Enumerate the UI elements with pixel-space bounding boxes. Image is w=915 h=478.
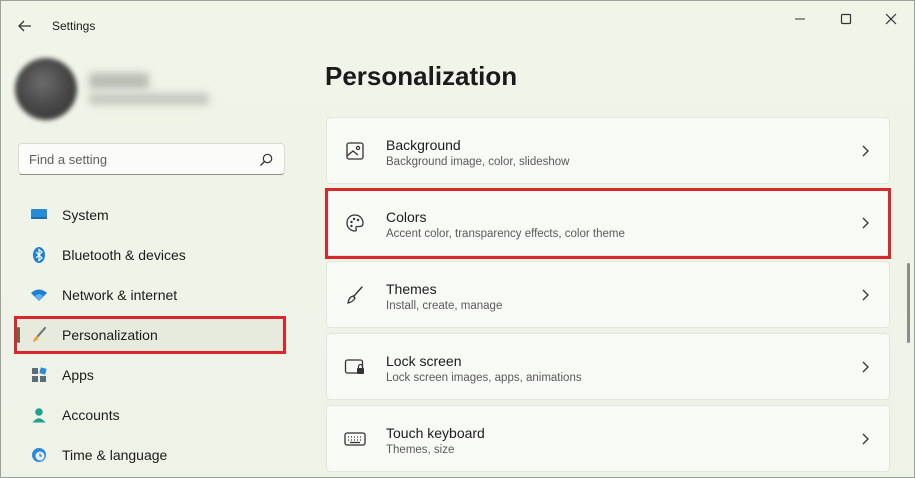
card-title: Colors [386, 209, 427, 225]
time-language-icon [29, 445, 49, 465]
maximize-button[interactable] [823, 7, 869, 31]
sidebar-item-time-language[interactable]: Time & language [15, 437, 287, 473]
card-subtitle: Themes, size [386, 444, 455, 456]
apps-icon [29, 365, 49, 385]
card-touch-keyboard[interactable]: Touch keyboard Themes, size [326, 405, 890, 472]
card-title: Touch keyboard [386, 425, 485, 441]
title-bar: Settings [1, 1, 914, 49]
minimize-button[interactable] [777, 7, 823, 31]
chevron-right-icon [862, 433, 869, 445]
card-title: Lock screen [386, 353, 462, 369]
chevron-right-icon [862, 361, 869, 373]
sidebar-item-system[interactable]: System [15, 197, 287, 233]
settings-window: Settings Find a setting System Bluetooth… [0, 0, 915, 478]
card-subtitle: Install, create, manage [386, 300, 503, 312]
profile-name-redacted [89, 73, 149, 89]
card-subtitle: Background image, color, slideshow [386, 156, 570, 168]
sidebar-item-label: Apps [62, 367, 94, 383]
page-title: Personalization [325, 61, 518, 91]
accounts-icon [29, 405, 49, 425]
search-icon[interactable] [258, 152, 274, 168]
search-box[interactable] [18, 143, 285, 175]
card-subtitle: Accent color, transparency effects, colo… [386, 228, 625, 240]
sidebar-item-network-internet[interactable]: Network & internet [15, 277, 287, 313]
close-button[interactable] [868, 7, 914, 31]
back-button[interactable] [13, 15, 37, 37]
chevron-right-icon [862, 217, 869, 229]
sidebar-item-label: Personalization [62, 327, 158, 343]
card-background[interactable]: Background Background image, color, slid… [326, 117, 890, 184]
minimize-icon [795, 18, 805, 20]
sidebar-item-label: Network & internet [62, 287, 178, 303]
brush-icon [29, 325, 49, 345]
sidebar-item-apps[interactable]: Apps [15, 357, 287, 393]
card-title: Background [386, 137, 461, 153]
profile-email-redacted [89, 93, 209, 105]
maximize-icon [840, 13, 852, 25]
image-icon [344, 140, 366, 162]
card-themes[interactable]: Themes Install, create, manage [326, 261, 890, 328]
system-icon [29, 205, 49, 225]
bluetooth-icon [29, 245, 49, 265]
card-lock-screen[interactable]: Lock screen Lock screen images, apps, an… [326, 333, 890, 400]
app-title: Settings [52, 19, 96, 33]
sidebar-item-label: System [62, 207, 109, 223]
scrollbar[interactable] [907, 263, 910, 343]
sidebar-item-bluetooth-devices[interactable]: Bluetooth & devices [15, 237, 287, 273]
sidebar-item-label: Accounts [62, 407, 120, 423]
keyboard-icon [344, 428, 366, 450]
sidebar-item-label: Time & language [62, 447, 168, 463]
avatar[interactable] [15, 58, 77, 120]
palette-icon [344, 212, 366, 234]
card-title: Themes [386, 281, 437, 297]
chevron-right-icon [862, 289, 869, 301]
sidebar-item-personalization[interactable]: Personalization [15, 317, 287, 353]
sidebar-item-label: Bluetooth & devices [62, 247, 186, 263]
wifi-icon [29, 285, 49, 305]
card-colors[interactable]: Colors Accent color, transparency effect… [326, 189, 890, 256]
back-arrow-icon [18, 20, 31, 32]
close-icon [885, 13, 897, 25]
chevron-right-icon [862, 145, 869, 157]
sidebar-nav: System Bluetooth & devices Network & int… [15, 197, 287, 477]
card-subtitle: Lock screen images, apps, animations [386, 372, 582, 384]
search-input[interactable] [19, 145, 249, 173]
lock-screen-icon [344, 356, 366, 378]
brush-outline-icon [344, 284, 366, 306]
sidebar-item-accounts[interactable]: Accounts [15, 397, 287, 433]
